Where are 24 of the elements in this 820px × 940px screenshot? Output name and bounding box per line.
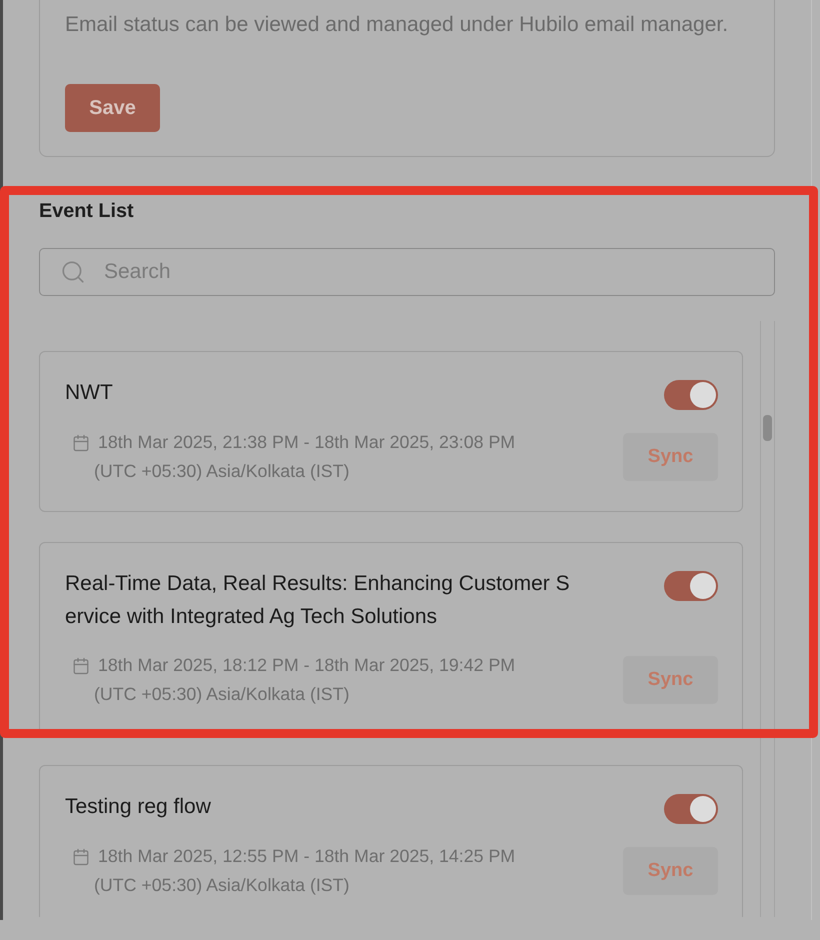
event-title: Testing reg flow <box>65 794 212 820</box>
event-list-heading: Event List <box>39 200 134 222</box>
event-date-range: 18th Mar 2025, 21:38 PM - 18th Mar 2025, 23:08 PM <box>98 431 516 454</box>
email-status-note: Email status can be viewed and managed under Hubilo email manager. <box>65 12 730 38</box>
toggle-switch[interactable] <box>664 380 718 410</box>
event-title: Real-Time Data, Real Results: Enhancing Customer Service with Integrated Ag Tech Solutions <box>65 571 571 630</box>
search-field[interactable]: Search <box>39 248 775 296</box>
event-timezone: (UTC +05:30) Asia/Kolkata (IST) <box>94 684 350 704</box>
sync-button[interactable]: Sync <box>623 656 718 704</box>
event-timezone: (UTC +05:30) Asia/Kolkata (IST) <box>94 875 350 895</box>
calendar-icon <box>72 434 90 452</box>
sync-button[interactable]: Sync <box>623 433 718 481</box>
save-button[interactable]: Save <box>65 84 160 132</box>
event-timezone: (UTC +05:30) Asia/Kolkata (IST) <box>94 461 350 481</box>
toggle-switch[interactable] <box>664 571 718 601</box>
event-title: NWT <box>65 380 114 406</box>
search-icon <box>60 259 86 285</box>
event-date-range: 18th Mar 2025, 18:12 PM - 18th Mar 2025, 19:42 PM <box>98 654 516 677</box>
event-date-range: 18th Mar 2025, 12:55 PM - 18th Mar 2025, 14:25 PM <box>98 845 516 868</box>
toggle-switch[interactable] <box>664 794 718 824</box>
calendar-icon <box>72 848 90 866</box>
sync-button[interactable]: Sync <box>623 847 718 895</box>
scrollbar-thumb[interactable] <box>763 415 772 441</box>
calendar-icon <box>72 656 90 674</box>
